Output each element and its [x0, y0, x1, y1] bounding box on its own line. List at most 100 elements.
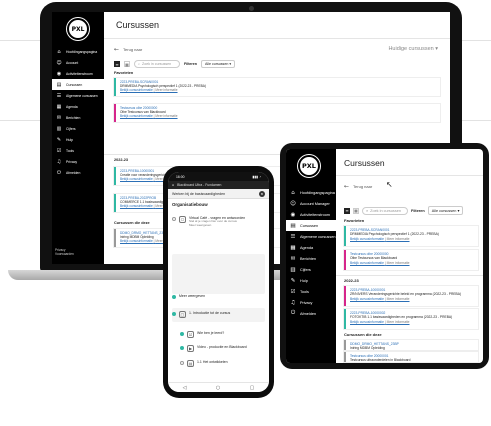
nav-item-general-courses[interactable]: ☰ Algemene cursussen	[286, 231, 336, 242]
nav-item-logout[interactable]: ⏻ Afmelden	[52, 167, 104, 178]
checkbox[interactable]	[172, 312, 176, 316]
course-card[interactable]: 2223-PREBA-SCRAN0001 DRMMEDIA Psychologi…	[344, 226, 478, 246]
logout-icon: ⏻	[57, 169, 61, 176]
browser-url-bar[interactable]: ⌂ Blackboard Ultra - Fundamen	[168, 181, 269, 189]
checkbox[interactable]	[180, 346, 184, 350]
footer-terms-link[interactable]: Voorwaarden	[55, 252, 74, 256]
course-title[interactable]: Testcursus ultraonderdelen in Blackboard	[350, 358, 474, 362]
home-icon: ⌂	[57, 48, 61, 55]
nav-item-home[interactable]: ⌂ Hoofdingangspagina	[52, 46, 104, 57]
course-card[interactable]: 2223-PREBA-10000001 ZR/NIVERS Veranderin…	[344, 286, 478, 306]
course-info-link[interactable]: Bekijk cursusinformatie	[120, 177, 153, 181]
list-item[interactable]: ⎔ Virtual Café - vragen en antwoorden St…	[172, 216, 265, 228]
nav-item-messages[interactable]: ✉ Berichten	[286, 253, 336, 264]
nav-item-activity[interactable]: ◉ Activiteitenstroom	[286, 209, 336, 220]
course-info-link[interactable]: Bekijk cursusinformatie	[350, 297, 384, 301]
item-title[interactable]: Wie ben je leerd?	[197, 331, 224, 335]
nav-item-activity[interactable]: ◉ Activiteitenstroom	[52, 68, 104, 79]
back-link[interactable]: ← Terug naar	[114, 46, 142, 53]
nav-item-courses[interactable]: ▤ Cursussen	[286, 220, 336, 231]
list-item[interactable]: ☑ Wie ben je leerd?	[172, 331, 265, 338]
course-search-input[interactable]: ⌕ Zoek in cursussen	[362, 206, 408, 215]
content-block	[172, 254, 265, 294]
nav-item-logout[interactable]: ⏻ Afmelden	[286, 308, 336, 319]
item-more-link[interactable]: Meer weergeven	[189, 223, 245, 228]
more-info-link[interactable]: Meer informatie	[155, 114, 177, 118]
recent-apps-icon[interactable]: ▢	[250, 385, 255, 391]
pxl-logo[interactable]: PXL	[298, 155, 320, 177]
course-info-link[interactable]: Bekijk cursusinformatie	[120, 204, 153, 208]
list-item[interactable]: ▤ 1.1 Het ontwikkelen	[172, 360, 265, 367]
item-title[interactable]: 1. Introductie tot de cursus	[189, 311, 230, 315]
nav-item-tools[interactable]: ☑ Tools	[52, 145, 104, 156]
home-icon: ⌂	[291, 189, 295, 196]
course-card[interactable]: Testcursus olbe 20000001 Testcursus ultr…	[344, 352, 478, 362]
back-icon[interactable]: ◁	[183, 385, 187, 391]
tablet-device: PXL ⌂ Hoofdingangspagina ☺ Account Manager…	[280, 143, 489, 369]
more-info-link[interactable]: Meer informatie	[387, 297, 410, 301]
course-info-link[interactable]: Bekijk cursusinformatie	[350, 320, 384, 324]
list-item[interactable]: Meer weergeven	[172, 294, 265, 299]
item-title[interactable]: Video - productie en Blackboard	[197, 345, 247, 349]
pxl-logo[interactable]: PXL	[67, 18, 89, 40]
nav-item-account[interactable]: ☺ Account Manager	[286, 198, 336, 209]
filter-select[interactable]: Alle cursussen ▾	[200, 60, 236, 68]
course-info-link[interactable]: Bekijk cursusinformatie	[120, 239, 153, 243]
course-info-link[interactable]: Bekijk cursusinformatie	[120, 114, 153, 118]
list-icon: ☰	[56, 92, 62, 99]
list-item[interactable]: ▢ 1. Introductie tot de cursus	[172, 311, 265, 318]
grades-icon: ▥	[56, 125, 62, 132]
nav-item-grades[interactable]: ▥ Cijfers	[286, 264, 336, 275]
avatar[interactable]: B	[259, 190, 265, 197]
course-info-link[interactable]: Bekijk cursusinformatie	[350, 261, 384, 265]
search-placeholder: Zoek in cursussen	[370, 208, 401, 213]
nav-item-help[interactable]: ✎ Hulp	[52, 134, 104, 145]
nav-item-calendar[interactable]: ▦ Agenda	[286, 242, 336, 253]
checkbox[interactable]	[180, 361, 184, 365]
course-search-input[interactable]: ⌕ Zoek in cursussen	[134, 60, 180, 68]
course-card[interactable]: Testcursus olbe 20000000 Olbe Testcursus…	[114, 104, 440, 122]
item-title[interactable]: Meer weergeven	[179, 294, 205, 298]
nav-item-tools[interactable]: ☑ Tools	[286, 286, 336, 297]
course-title[interactable]: Iniring MDBM Opleiding	[350, 346, 474, 350]
nav-item-calendar[interactable]: ▦ Agenda	[52, 101, 104, 112]
tools-icon: ☑	[290, 288, 296, 295]
nav-item-home[interactable]: ⌂ Hoofdingangspagina	[286, 187, 336, 198]
nav-label: Privacy	[66, 159, 78, 164]
more-info-link[interactable]: Meer informatie	[155, 88, 177, 92]
nav-label: Agenda	[300, 245, 314, 250]
list-view-button[interactable]: ≡	[344, 207, 350, 214]
camera-icon	[249, 6, 254, 11]
item-title[interactable]: 1.1 Het ontwikkelen	[197, 360, 228, 364]
back-link[interactable]: ← Terug naar	[344, 183, 372, 190]
grid-view-button[interactable]: ▦	[353, 207, 359, 214]
filter-select[interactable]: Alle cursussen ▾	[427, 206, 464, 215]
checkbox[interactable]	[172, 295, 176, 299]
nav-item-privacy[interactable]: ♫ Privacy	[286, 297, 336, 308]
grid-view-button[interactable]: ▦	[124, 61, 130, 67]
list-view-button[interactable]: ≡	[114, 61, 120, 67]
course-info-link[interactable]: Bekijk cursusinformatie	[120, 88, 153, 92]
nav-item-account[interactable]: ☺ Account	[52, 57, 104, 68]
current-courses-dropdown[interactable]: Huidige cursussen ▾	[388, 46, 438, 52]
more-info-link[interactable]: Meer informatie	[387, 237, 410, 241]
checkbox[interactable]	[172, 217, 176, 221]
nav-item-general-courses[interactable]: ☰ Algemene cursussen	[52, 90, 104, 101]
nav-item-courses[interactable]: ▤ Cursussen	[52, 79, 104, 90]
course-info-link[interactable]: Bekijk cursusinformatie	[350, 237, 384, 241]
course-card[interactable]: 2223-PREBA-SCRAN0001 DRMMEDIA Psychologi…	[114, 78, 440, 96]
course-card[interactable]: 2223-PREBA-10000002 FOTOKTIB 1.1 basisva…	[344, 309, 478, 329]
nav-item-messages[interactable]: ✉ Berichten	[52, 112, 104, 123]
home-button-icon[interactable]: ○	[216, 385, 220, 391]
nav-item-help[interactable]: ✎ Hulp	[286, 275, 336, 286]
more-info-link[interactable]: Meer informatie	[387, 261, 410, 265]
nav-label: Activiteitenstroom	[300, 212, 330, 217]
mouse-cursor-icon: ↖	[386, 180, 393, 189]
course-card[interactable]: Testcursus olbe 20000000 Olbe Testcursus…	[344, 250, 478, 270]
checkbox[interactable]	[180, 332, 184, 336]
nav-item-grades[interactable]: ▥ Cijfers	[52, 123, 104, 134]
list-item[interactable]: ▶ Video - productie en Blackboard	[172, 345, 265, 352]
course-card[interactable]: DDMO_DRMO_HETTANS_23BP Iniring MDBM Ople…	[344, 340, 478, 350]
more-info-link[interactable]: Meer informatie	[387, 320, 410, 324]
nav-item-privacy[interactable]: ♫ Privacy	[52, 156, 104, 167]
